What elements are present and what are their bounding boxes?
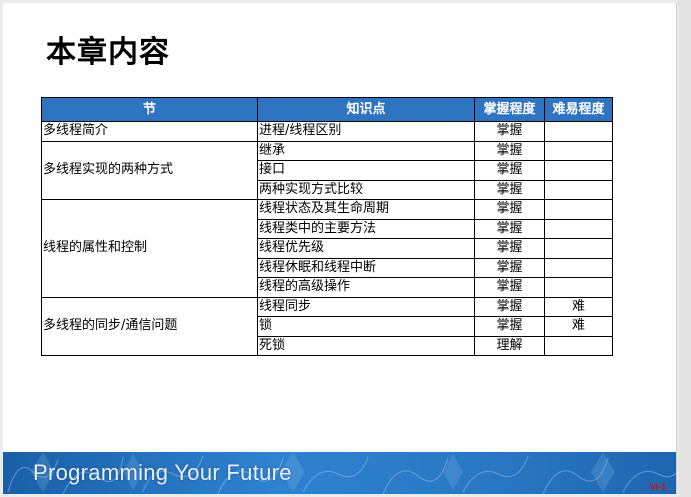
mastery-cell: 掌握 bbox=[474, 179, 545, 200]
difficulty-cell: 难 bbox=[544, 296, 613, 317]
section-cell: 多线程实现的两种方式 bbox=[41, 140, 258, 200]
footer-banner: Programming Your Future VI-1 bbox=[3, 452, 676, 494]
difficulty-cell bbox=[544, 335, 613, 356]
mastery-cell: 掌握 bbox=[474, 257, 545, 278]
mastery-cell: 掌握 bbox=[474, 160, 545, 181]
point-cell: 线程同步 bbox=[257, 296, 475, 317]
difficulty-cell bbox=[544, 199, 613, 220]
table-row: 多线程实现的两种方式 继承 掌握 bbox=[41, 140, 613, 200]
mastery-cell: 掌握 bbox=[474, 218, 545, 239]
content-table: 节 知识点 掌握程度 难易程度 多线程简介 进程/线程区别 掌握 多线程实现的两… bbox=[41, 97, 613, 356]
point-cell: 线程类中的主要方法 bbox=[257, 218, 475, 239]
header-section: 节 bbox=[41, 97, 258, 122]
point-cell: 进程/线程区别 bbox=[257, 121, 475, 142]
mastery-cell: 理解 bbox=[474, 335, 545, 356]
mastery-cell: 掌握 bbox=[474, 238, 545, 259]
banner-text: Programming Your Future bbox=[33, 460, 292, 485]
difficulty-cell bbox=[544, 179, 613, 200]
mastery-cell: 掌握 bbox=[474, 199, 545, 220]
difficulty-cell bbox=[544, 121, 613, 142]
point-cell: 线程优先级 bbox=[257, 238, 475, 259]
mastery-cell: 掌握 bbox=[474, 277, 545, 298]
section-cell: 线程的属性和控制 bbox=[41, 199, 258, 298]
point-cell: 两种实现方式比较 bbox=[257, 179, 475, 200]
section-cell: 多线程的同步/通信问题 bbox=[41, 296, 258, 356]
mastery-cell: 掌握 bbox=[474, 316, 545, 337]
point-cell: 死锁 bbox=[257, 335, 475, 356]
point-cell: 锁 bbox=[257, 316, 475, 337]
point-cell: 线程的高级操作 bbox=[257, 277, 475, 298]
mastery-cell: 掌握 bbox=[474, 140, 545, 161]
header-mastery: 掌握程度 bbox=[474, 97, 545, 122]
difficulty-cell bbox=[544, 238, 613, 259]
difficulty-cell bbox=[544, 160, 613, 181]
mastery-cell: 掌握 bbox=[474, 121, 545, 142]
section-cell: 多线程简介 bbox=[41, 121, 258, 142]
table-row: 多线程的同步/通信问题 线程同步 掌握 难 bbox=[41, 296, 613, 356]
mastery-cell: 掌握 bbox=[474, 296, 545, 317]
difficulty-cell bbox=[544, 257, 613, 278]
table-row: 线程的属性和控制 线程状态及其生命周期 掌握 bbox=[41, 199, 613, 298]
difficulty-cell bbox=[544, 277, 613, 298]
scrollbar[interactable] bbox=[678, 0, 691, 497]
difficulty-cell bbox=[544, 218, 613, 239]
point-cell: 继承 bbox=[257, 140, 475, 161]
difficulty-cell: 难 bbox=[544, 316, 613, 337]
point-cell: 接口 bbox=[257, 160, 475, 181]
table-row: 多线程简介 进程/线程区别 掌握 bbox=[41, 121, 613, 142]
difficulty-cell bbox=[544, 140, 613, 161]
slide: 本章内容 节 知识点 掌握程度 难易程度 多线程简介 进程/线程区别 掌握 多线… bbox=[3, 3, 677, 494]
page-number: VI-1 bbox=[649, 482, 666, 492]
page-title: 本章内容 bbox=[46, 35, 170, 70]
point-cell: 线程状态及其生命周期 bbox=[257, 199, 475, 220]
header-difficulty: 难易程度 bbox=[544, 97, 613, 122]
header-knowledge-point: 知识点 bbox=[257, 97, 475, 122]
table-header-row: 节 知识点 掌握程度 难易程度 bbox=[41, 97, 613, 122]
point-cell: 线程休眠和线程中断 bbox=[257, 257, 475, 278]
